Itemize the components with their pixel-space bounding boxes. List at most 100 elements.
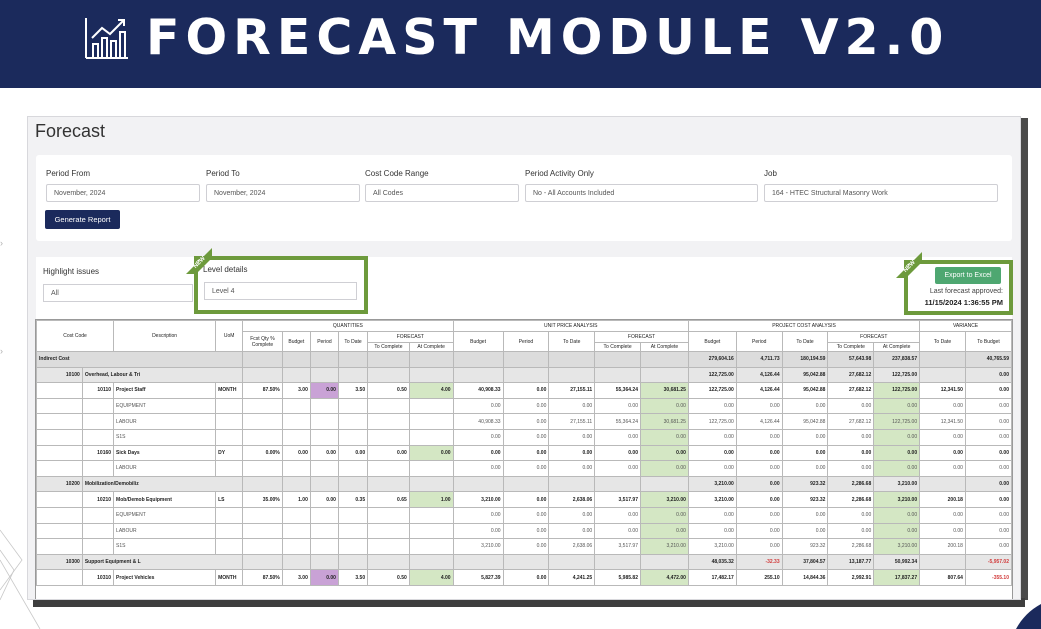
- table-cell: 0.00: [781, 428, 829, 446]
- table-cell: [367, 475, 410, 493]
- table-cell: [452, 553, 504, 571]
- table-cell: 3,210.00: [452, 491, 504, 508]
- table-row[interactable]: 10110 Project Staff MONTH 87.50% 3.00 0.00 3.5…: [36, 382, 1012, 399]
- table-row[interactable]: LABOUR 0.00 0.00 0.00 0.00 0.00 0.00 0.00 0.00 0.…: [36, 460, 1012, 477]
- table-cell: [242, 413, 283, 430]
- table-cell: [215, 538, 244, 555]
- table-cell: [337, 522, 369, 540]
- table-cell: 0.00: [548, 444, 596, 462]
- table-cell: 3,517.97: [594, 538, 641, 555]
- table-cell: [215, 413, 244, 430]
- table-cell: 122,725.00: [873, 366, 921, 384]
- table-cell: [408, 506, 454, 524]
- table-row[interactable]: 10160 Sick Days DY 0.00% 0.00 0.00 0.00 0.00 0.0…: [36, 444, 1012, 462]
- table-row[interactable]: 10310 Project Vehicles MONTH 87.50% 3.00 0.00…: [36, 569, 1012, 586]
- table-row[interactable]: LABOUR 0.00 0.00 0.00 0.00 0.00 0.00 0.00 0.00 0.…: [36, 522, 1012, 540]
- table-cell: 0.00: [735, 506, 783, 524]
- table-row[interactable]: LABOUR 40,908.33 0.00 27,155.11 55,364.24 30,…: [36, 413, 1012, 430]
- table-cell: 87.50%: [242, 569, 283, 586]
- table-row[interactable]: S1S 3,210.00 0.00 2,638.06 3,517.97 3,210.00 3…: [36, 538, 1012, 555]
- table-cell: EQUIPMENT: [113, 506, 217, 524]
- table-cell: LABOUR: [113, 460, 217, 477]
- table-cell: 0.00: [502, 506, 550, 524]
- table-cell: [309, 351, 339, 368]
- options-panel: Highlight issues All: [36, 257, 1012, 320]
- table-cell: [337, 538, 369, 555]
- p-forecast-header: FORECAST: [827, 331, 921, 343]
- table-cell: 37,804.57: [781, 553, 829, 571]
- export-excel-button[interactable]: Export to Excel: [935, 267, 1001, 284]
- table-cell: 50,992.34: [873, 553, 921, 571]
- table-cell: 0.00: [687, 444, 737, 462]
- col-q-to-complete: To Complete: [367, 342, 410, 352]
- job-select[interactable]: 164 - HTEC Structural Masonry Work: [764, 184, 998, 202]
- table-cell: 0.00: [639, 444, 689, 462]
- table-cell: 0.00: [964, 506, 1012, 524]
- table-cell: [281, 428, 311, 446]
- period-from-select[interactable]: November, 2024: [46, 184, 200, 202]
- table-row[interactable]: Indirect Cost 279,604.16 4,711.73 180,194.5…: [36, 351, 1012, 368]
- table-cell: 10100: [36, 366, 83, 384]
- table-cell: 0.00: [594, 444, 641, 462]
- table-cell: 4,241.25: [548, 569, 596, 586]
- table-cell: 2,638.06: [548, 538, 596, 555]
- table-row[interactable]: EQUIPMENT 0.00 0.00 0.00 0.00 0.00 0.00 0.00 0.0…: [36, 397, 1012, 415]
- level-details-highlight: Level details Level 4: [194, 256, 368, 314]
- table-row[interactable]: 10300 Support Equipment & L 48,035.32 -32.3…: [36, 553, 1012, 571]
- period-to-select[interactable]: November, 2024: [206, 184, 360, 202]
- table-cell: [36, 522, 83, 540]
- table-cell: LS: [215, 491, 244, 508]
- table-cell: 13,187.77: [827, 553, 875, 571]
- table-cell: 0.00: [502, 522, 550, 540]
- table-cell: 0.00: [827, 460, 875, 477]
- table-cell: 0.00: [919, 444, 966, 462]
- table-row[interactable]: 10100 Overhead, Labour & Tri 122,725.00 4,1…: [36, 366, 1012, 384]
- highlight-issues-select[interactable]: All: [43, 284, 193, 302]
- table-cell: Support Equipment & L: [81, 553, 244, 571]
- table-row[interactable]: EQUIPMENT 0.00 0.00 0.00 0.00 0.00 0.00 0.00 0.0…: [36, 506, 1012, 524]
- table-cell: [408, 522, 454, 540]
- table-cell: [337, 506, 369, 524]
- generate-report-button[interactable]: Generate Report: [45, 210, 120, 229]
- table-cell: 0.00: [964, 491, 1012, 508]
- table-cell: [242, 506, 283, 524]
- table-cell: [408, 413, 454, 430]
- level-details-select[interactable]: Level 4: [204, 282, 357, 300]
- table-row[interactable]: 10200 Mobilization/Demobiliz 3,210.00 0.00 9…: [36, 475, 1012, 493]
- table-row[interactable]: S1S 0.00 0.00 0.00 0.00 0.00 0.00 0.00 0.00 0.00 0…: [36, 428, 1012, 446]
- table-cell: 0.00: [964, 460, 1012, 477]
- table-cell: 40,908.33: [452, 382, 504, 399]
- table-cell: 0.00: [781, 397, 829, 415]
- table-cell: 923.32: [781, 475, 829, 493]
- table-cell: 0.50: [367, 569, 410, 586]
- job-label: Job: [764, 169, 777, 178]
- table-cell: 0.00: [687, 506, 737, 524]
- table-cell: 10210: [81, 491, 115, 508]
- table-cell: [309, 538, 339, 555]
- table-cell: 3,210.00: [873, 475, 921, 493]
- table-cell: 0.00: [873, 397, 921, 415]
- table-cell: 0.00: [964, 444, 1012, 462]
- table-cell: [36, 538, 83, 555]
- table-cell: 0.00: [281, 444, 311, 462]
- period-activity-select[interactable]: No - All Accounts Included: [525, 184, 758, 202]
- table-cell: [36, 382, 83, 399]
- table-cell: [337, 428, 369, 446]
- table-cell: 0.00: [502, 382, 550, 399]
- cost-code-range-select[interactable]: All Codes: [365, 184, 519, 202]
- table-cell: 2,286.68: [827, 475, 875, 493]
- table-cell: 0.00: [919, 397, 966, 415]
- new-badge-icon: NEW: [896, 252, 922, 278]
- table-cell: 0.00: [548, 397, 596, 415]
- table-cell: 0.00: [964, 538, 1012, 555]
- chart-icon: [85, 18, 128, 59]
- table-row[interactable]: 10210 Mob/Demob Equipment LS 35.00% 1.00 0.00…: [36, 491, 1012, 508]
- table-cell: 0.00: [502, 428, 550, 446]
- table-cell: [367, 538, 410, 555]
- table-cell: [242, 553, 283, 571]
- table-cell: 0.00: [309, 444, 339, 462]
- last-approved-label: Last forecast approved:: [929, 288, 1003, 295]
- group-variance: VARIANCE: [919, 320, 1012, 332]
- table-cell: 0.00: [408, 444, 454, 462]
- table-cell: 4,126.44: [735, 382, 783, 399]
